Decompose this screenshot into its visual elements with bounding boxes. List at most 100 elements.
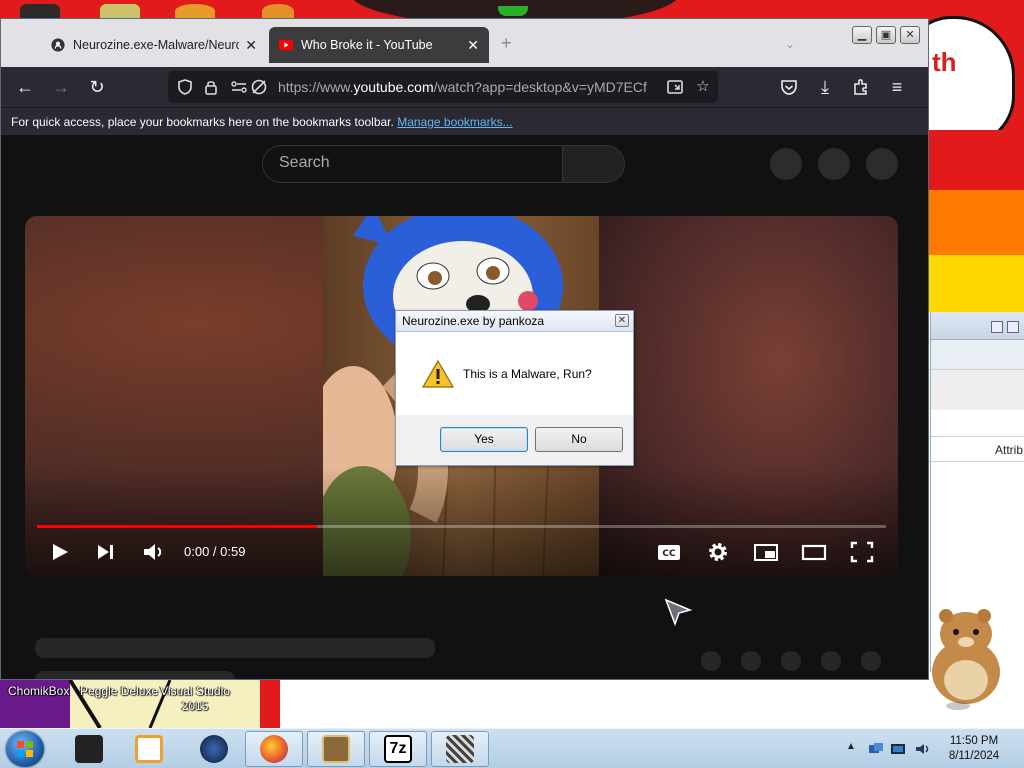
taskbar-earth-app[interactable] xyxy=(185,731,243,767)
wallpaper-stripe-yellow xyxy=(928,255,1024,312)
close-icon[interactable]: ✕ xyxy=(615,314,629,327)
tab-youtube-who-broke-it[interactable]: Who Broke it - YouTube ✕ xyxy=(269,27,489,63)
volume-icon[interactable] xyxy=(141,538,167,566)
speech-bubble-text: th xyxy=(932,47,957,77)
explorer-titlebar[interactable] xyxy=(931,312,1024,340)
taskbar-chomikbox[interactable] xyxy=(307,731,365,767)
svg-text:CC: CC xyxy=(662,549,676,559)
taskbar-7zip[interactable]: 7z xyxy=(369,731,427,767)
search-button[interactable] xyxy=(562,145,625,183)
forward-arrow-icon[interactable]: → xyxy=(51,77,71,97)
show-hidden-icons-icon[interactable]: ▲ xyxy=(846,741,856,752)
yes-button[interactable]: Yes xyxy=(440,427,528,452)
avatar[interactable] xyxy=(866,148,898,180)
desktop-icon-visual-studio[interactable]: Visual Studio 2015 xyxy=(160,684,230,714)
window-minimize-button[interactable]: ▁ xyxy=(852,26,872,44)
explorer-panel xyxy=(931,370,1024,410)
settings-gear-icon[interactable] xyxy=(704,538,732,566)
placeholder-dot xyxy=(781,651,801,671)
tab-label: Who Broke it - YouTube xyxy=(301,38,433,52)
wallpaper-stripe-orange xyxy=(928,190,1024,255)
wallpaper-shape xyxy=(100,4,140,18)
maximize-icon[interactable] xyxy=(1007,321,1019,333)
window-close-button[interactable]: ✕ xyxy=(900,26,920,44)
manage-bookmarks-link[interactable]: Manage bookmarks... xyxy=(397,115,512,129)
time-display: 0:00 / 0:59 xyxy=(184,544,246,559)
url-domain: youtube.com xyxy=(353,79,434,95)
desktop-icon-chomikbox[interactable]: ChomikBox xyxy=(8,684,69,699)
taskbar-firefox[interactable] xyxy=(245,731,303,767)
wallpaper-stripe-red xyxy=(928,130,1024,190)
tab-github-neurozine[interactable]: Neurozine.exe-Malware/Neurozine ✕ xyxy=(41,27,267,63)
qr-icon xyxy=(446,735,474,763)
progress-bar[interactable] xyxy=(37,525,886,528)
permissions-icon[interactable] xyxy=(230,78,248,96)
placeholder-dot xyxy=(701,651,721,671)
tab-bar: Neurozine.exe-Malware/Neurozine ✕ Who Br… xyxy=(1,19,928,67)
display-icon[interactable] xyxy=(890,741,906,757)
new-tab-icon[interactable]: + xyxy=(501,33,512,54)
close-icon[interactable]: ✕ xyxy=(467,37,479,54)
url-path: /watch?app=desktop&v=yMD7ECf xyxy=(433,79,647,95)
progress-fill xyxy=(37,525,318,528)
dialog-titlebar[interactable]: Neurozine.exe by pankoza ✕ xyxy=(396,311,633,332)
wallpaper-shape xyxy=(175,4,215,18)
taskbar-clock[interactable]: 11:50 PM 8/11/2024 xyxy=(944,734,1004,764)
play-icon xyxy=(135,735,163,763)
message-box-dialog[interactable]: Neurozine.exe by pankoza ✕ This is a Mal… xyxy=(395,310,634,466)
theater-mode-icon[interactable] xyxy=(800,538,828,566)
shield-icon[interactable] xyxy=(176,78,194,96)
explorer-column-header[interactable]: Attrib xyxy=(931,436,1024,462)
autoplay-blocked-icon[interactable] xyxy=(250,78,268,96)
no-button[interactable]: No xyxy=(535,427,623,452)
minimize-icon[interactable] xyxy=(991,321,1003,333)
app-icon xyxy=(75,735,103,763)
star-bookmark-icon[interactable]: ☆ xyxy=(694,78,712,96)
placeholder-dot xyxy=(741,651,761,671)
explorer-toolbar xyxy=(931,340,1024,370)
close-icon[interactable]: ✕ xyxy=(245,37,257,54)
next-icon[interactable] xyxy=(93,538,119,566)
start-button[interactable] xyxy=(6,731,44,767)
notifications-icon[interactable] xyxy=(818,148,850,180)
miniplayer-icon[interactable] xyxy=(752,538,780,566)
network-icon[interactable] xyxy=(868,741,884,757)
mouse-cursor-icon xyxy=(664,598,692,626)
extensions-icon[interactable] xyxy=(851,77,871,97)
chevron-down-icon[interactable]: ⌄ xyxy=(785,37,795,51)
globe-icon xyxy=(200,735,228,763)
download-icon[interactable]: ⤓ xyxy=(815,77,835,97)
captions-icon[interactable]: CC xyxy=(655,538,683,566)
url-text[interactable]: https://www.youtube.com/watch?app=deskto… xyxy=(278,79,658,95)
placeholder-dot xyxy=(821,651,841,671)
7zip-icon: 7z xyxy=(384,735,412,763)
back-arrow-icon[interactable]: ← xyxy=(15,77,35,97)
placeholder-dot xyxy=(861,651,881,671)
taskbar-qr-app[interactable] xyxy=(431,731,489,767)
youtube-icon xyxy=(279,39,293,51)
search-input[interactable]: Search xyxy=(262,145,562,183)
bookmarks-hint-text: For quick access, place your bookmarks h… xyxy=(11,115,394,129)
hamburger-menu-icon[interactable]: ≡ xyxy=(887,77,907,97)
taskbar-app-dark-box[interactable] xyxy=(60,731,118,767)
address-bar[interactable]: https://www.youtube.com/watch?app=deskto… xyxy=(168,71,718,103)
github-icon xyxy=(51,38,65,52)
navigation-toolbar: ← → ↻ https://www.youtube.com/watch?app=… xyxy=(1,67,928,107)
play-icon[interactable] xyxy=(47,538,73,566)
reader-view-icon[interactable] xyxy=(666,78,684,96)
wallpaper-green-shape xyxy=(498,6,528,16)
clock-date: 8/11/2024 xyxy=(948,750,1000,762)
reload-icon[interactable]: ↻ xyxy=(87,77,107,97)
desktop-icon-peggle[interactable]: Peggle Deluxe xyxy=(80,684,158,699)
warning-icon xyxy=(422,359,454,388)
create-icon[interactable] xyxy=(770,148,802,180)
speaker-icon[interactable] xyxy=(914,741,930,757)
pocket-icon[interactable] xyxy=(779,77,799,97)
fullscreen-icon[interactable] xyxy=(848,538,876,566)
lock-icon[interactable] xyxy=(202,78,220,96)
taskbar-media-player[interactable] xyxy=(120,731,178,767)
column-header-attributes[interactable]: Attrib xyxy=(995,443,1023,457)
tab-label: Neurozine.exe-Malware/Neurozine xyxy=(73,38,239,52)
desktop-icon-labels: ChomikBox Peggle Deluxe Visual Studio 20… xyxy=(0,682,290,726)
window-maximize-button[interactable]: ▣ xyxy=(876,26,896,44)
